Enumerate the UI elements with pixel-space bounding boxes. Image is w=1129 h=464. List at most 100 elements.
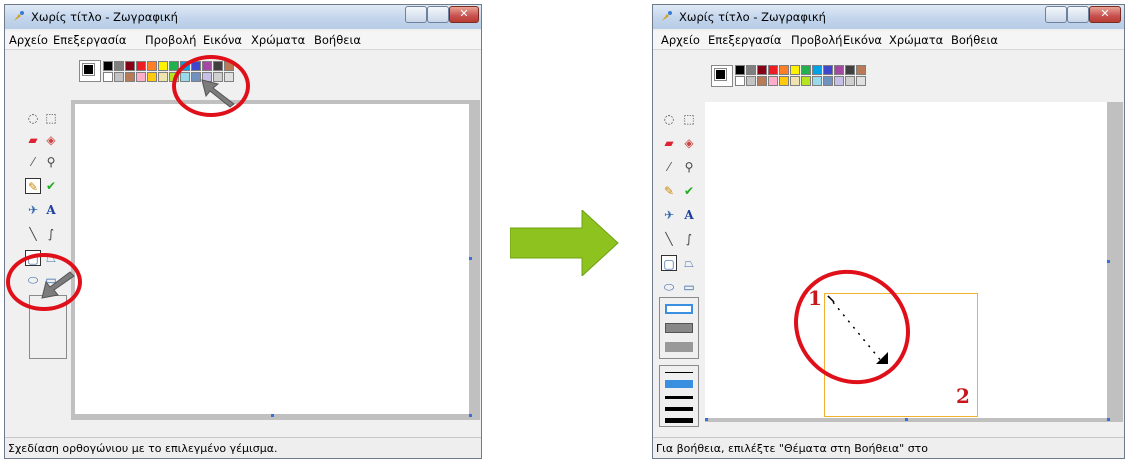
resize-handle[interactable]: [1107, 260, 1110, 263]
title-bar[interactable]: Χωρίς τίτλο - Ζωγραφική ✕: [5, 5, 481, 29]
menu-view[interactable]: Προβολή: [791, 33, 842, 47]
palette-swatch[interactable]: [856, 65, 866, 75]
palette-swatch[interactable]: [114, 72, 124, 82]
palette-swatch[interactable]: [834, 76, 844, 86]
current-colors[interactable]: [79, 60, 101, 82]
menu-colors[interactable]: Χρώματα: [889, 33, 943, 47]
minimize-button[interactable]: [1045, 6, 1067, 23]
resize-handle[interactable]: [705, 418, 708, 421]
menu-help[interactable]: Βοήθεια: [314, 33, 361, 47]
rect-select-icon[interactable]: ⬚: [681, 111, 697, 127]
magnifier-icon[interactable]: ⚲: [43, 154, 59, 170]
curve-icon[interactable]: ∫: [681, 231, 697, 247]
palette-swatch[interactable]: [801, 65, 811, 75]
minimize-button[interactable]: [405, 6, 427, 23]
menu-help[interactable]: Βοήθεια: [951, 33, 998, 47]
menu-file[interactable]: Αρχείο: [9, 33, 48, 47]
maximize-button[interactable]: [1067, 6, 1089, 23]
palette-swatch[interactable]: [768, 65, 778, 75]
palette-swatch[interactable]: [746, 76, 756, 86]
palette-swatch[interactable]: [114, 61, 124, 71]
eraser-icon[interactable]: ▰: [25, 132, 41, 148]
color-picker-icon[interactable]: ⁄: [661, 159, 677, 175]
eraser-icon[interactable]: ▰: [661, 135, 677, 151]
palette-swatch[interactable]: [812, 65, 822, 75]
palette-swatch[interactable]: [790, 65, 800, 75]
rounded-rect-icon[interactable]: ▭: [681, 279, 697, 295]
line-icon[interactable]: ╲: [25, 226, 41, 242]
close-button[interactable]: ✕: [449, 6, 479, 23]
resize-handle[interactable]: [469, 257, 472, 260]
curve-icon[interactable]: ∫: [43, 226, 59, 242]
resize-handle[interactable]: [1107, 418, 1110, 421]
palette-swatch[interactable]: [812, 76, 822, 86]
palette-swatch[interactable]: [790, 76, 800, 86]
palette-swatch[interactable]: [823, 65, 833, 75]
palette-swatch[interactable]: [768, 76, 778, 86]
resize-handle[interactable]: [469, 414, 472, 417]
palette-swatch[interactable]: [746, 65, 756, 75]
line-icon[interactable]: ╲: [661, 231, 677, 247]
menu-image[interactable]: Εικόνα: [203, 33, 242, 47]
rectangle-icon[interactable]: ▢: [661, 255, 677, 271]
fill-bucket-icon[interactable]: ◈: [681, 135, 697, 151]
menu-edit[interactable]: Επεξεργασία: [53, 33, 126, 47]
line-width-options[interactable]: [659, 365, 699, 427]
drawing-canvas[interactable]: [75, 104, 469, 414]
palette-swatch[interactable]: [801, 76, 811, 86]
brush-icon[interactable]: ✔: [43, 178, 59, 194]
line-width-3[interactable]: [665, 396, 693, 399]
palette-swatch[interactable]: [735, 76, 745, 86]
ellipse-icon[interactable]: ⬭: [661, 279, 677, 295]
airbrush-icon[interactable]: ✈: [25, 202, 41, 218]
line-width-4[interactable]: [665, 407, 693, 411]
polygon-icon[interactable]: ⏢: [681, 255, 697, 271]
rect-select-icon[interactable]: ⬚: [43, 110, 59, 126]
palette-swatch[interactable]: [158, 61, 168, 71]
menu-image[interactable]: Εικόνα: [843, 33, 882, 47]
palette-swatch[interactable]: [757, 65, 767, 75]
palette-swatch[interactable]: [158, 72, 168, 82]
palette-swatch[interactable]: [103, 72, 113, 82]
color-picker-icon[interactable]: ⁄: [25, 154, 41, 170]
menu-colors[interactable]: Χρώματα: [251, 33, 305, 47]
menu-edit[interactable]: Επεξεργασία: [708, 33, 781, 47]
palette-swatch[interactable]: [125, 61, 135, 71]
palette-swatch[interactable]: [845, 76, 855, 86]
palette-swatch[interactable]: [147, 72, 157, 82]
line-width-5[interactable]: [665, 418, 693, 423]
text-icon[interactable]: A: [43, 202, 59, 218]
resize-handle[interactable]: [271, 414, 274, 417]
close-button[interactable]: ✕: [1089, 6, 1121, 23]
free-select-icon[interactable]: ◌: [25, 110, 41, 126]
brush-icon[interactable]: ✔: [681, 183, 697, 199]
free-select-icon[interactable]: ◌: [661, 111, 677, 127]
palette-swatch[interactable]: [147, 61, 157, 71]
magnifier-icon[interactable]: ⚲: [681, 159, 697, 175]
palette-swatch[interactable]: [103, 61, 113, 71]
palette-swatch[interactable]: [136, 72, 146, 82]
fill-option-outline[interactable]: [665, 304, 693, 314]
airbrush-icon[interactable]: ✈: [661, 207, 677, 223]
menu-file[interactable]: Αρχείο: [661, 33, 700, 47]
line-width-2[interactable]: [665, 380, 693, 388]
current-colors[interactable]: [711, 65, 733, 87]
fill-bucket-icon[interactable]: ◈: [43, 132, 59, 148]
palette-swatch[interactable]: [136, 61, 146, 71]
maximize-button[interactable]: [427, 6, 449, 23]
palette-swatch[interactable]: [779, 65, 789, 75]
palette-swatch[interactable]: [757, 76, 767, 86]
palette-swatch[interactable]: [125, 72, 135, 82]
title-bar[interactable]: Χωρίς τίτλο - Ζωγραφική ✕: [653, 5, 1124, 29]
line-width-1[interactable]: [665, 372, 693, 373]
menu-view[interactable]: Προβολή: [145, 33, 196, 47]
fill-option-fill[interactable]: [665, 342, 693, 352]
palette-swatch[interactable]: [779, 76, 789, 86]
fill-style-options[interactable]: [659, 297, 699, 359]
resize-handle[interactable]: [905, 418, 908, 421]
text-icon[interactable]: A: [681, 207, 697, 223]
palette-swatch[interactable]: [823, 76, 833, 86]
palette-swatch[interactable]: [856, 76, 866, 86]
palette-swatch[interactable]: [845, 65, 855, 75]
palette-swatch[interactable]: [735, 65, 745, 75]
